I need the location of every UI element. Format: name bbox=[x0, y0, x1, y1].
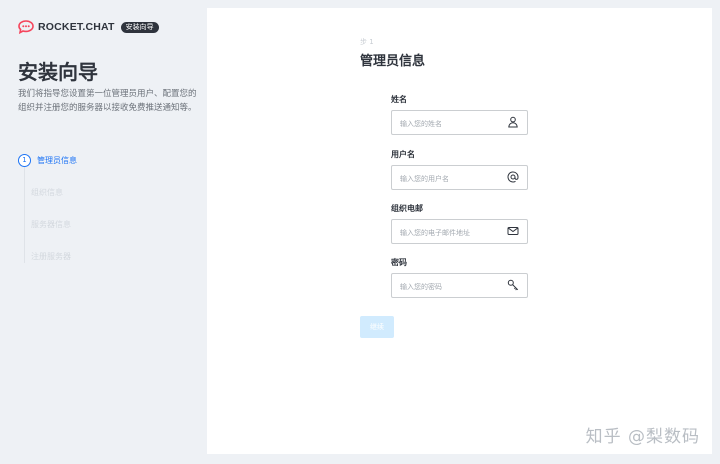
email-label: 组织电邮 bbox=[391, 204, 423, 213]
step-label: 注册服务器 bbox=[31, 252, 71, 261]
password-label: 密码 bbox=[391, 258, 407, 267]
wizard-title: 安装向导 bbox=[18, 62, 98, 84]
key-icon bbox=[507, 279, 519, 291]
password-field: 密码 bbox=[391, 257, 528, 299]
step-organization-info: 组织信息 bbox=[18, 186, 77, 218]
setup-form-card: 步 1 管理员信息 姓名 用户名 组织电邮 bbox=[207, 8, 712, 454]
name-input-box bbox=[391, 110, 528, 136]
mail-icon bbox=[507, 227, 519, 235]
step-label: 组织信息 bbox=[31, 188, 63, 197]
brand: ROCKET.CHAT 安装向导 bbox=[18, 20, 159, 34]
password-input[interactable] bbox=[392, 275, 502, 299]
at-icon bbox=[507, 171, 519, 183]
step-server-info: 服务器信息 bbox=[18, 218, 77, 250]
rocketchat-logo-icon bbox=[18, 20, 34, 34]
name-field: 姓名 bbox=[391, 94, 528, 136]
wizard-steps: 1 管理员信息 组织信息 服务器信息 注册服务器 bbox=[18, 154, 77, 282]
username-label: 用户名 bbox=[391, 150, 415, 159]
user-icon bbox=[508, 116, 518, 128]
sidebar: ROCKET.CHAT 安装向导 安装向导 我们将指导您设置第一位管理员用户、配… bbox=[0, 0, 207, 464]
name-label: 姓名 bbox=[391, 95, 407, 104]
step-label: 服务器信息 bbox=[31, 220, 71, 229]
continue-button[interactable]: 继续 bbox=[360, 316, 394, 338]
wizard-description: 我们将指导您设置第一位管理员用户、配置您的组织并注册您的服务器以接收免费推送通知… bbox=[18, 89, 197, 113]
step-register-server: 注册服务器 bbox=[18, 250, 77, 282]
page-title: 管理员信息 bbox=[360, 54, 426, 69]
step-number-badge: 1 bbox=[18, 154, 31, 167]
email-input-box bbox=[391, 219, 528, 245]
username-input[interactable] bbox=[392, 167, 502, 191]
username-field: 用户名 bbox=[391, 149, 528, 191]
email-input[interactable] bbox=[392, 221, 502, 245]
step-label: 管理员信息 bbox=[37, 156, 77, 165]
step-admin-info: 1 管理员信息 bbox=[18, 154, 77, 186]
brand-name: ROCKET.CHAT bbox=[38, 21, 115, 33]
watermark: 知乎 @梨数码 bbox=[585, 427, 700, 447]
username-input-box bbox=[391, 165, 528, 191]
password-input-box bbox=[391, 273, 528, 299]
name-input[interactable] bbox=[392, 112, 502, 136]
email-field: 组织电邮 bbox=[391, 203, 528, 245]
setup-wizard-badge: 安装向导 bbox=[120, 21, 159, 33]
step-caption: 步 1 bbox=[360, 38, 374, 46]
